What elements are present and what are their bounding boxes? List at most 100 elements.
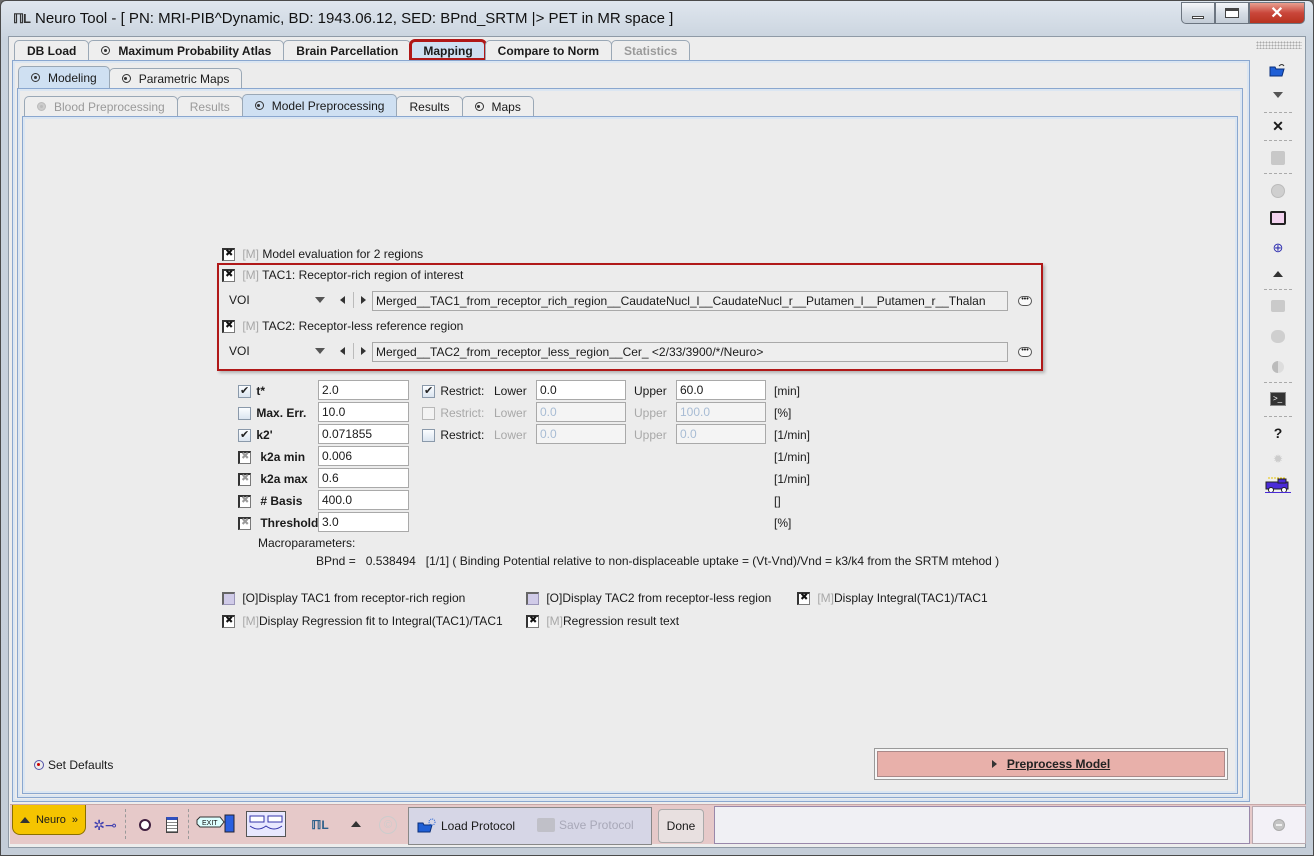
plugin-button[interactable]: ✲⊸	[93, 815, 116, 835]
close-all-button[interactable]: ✕	[1262, 117, 1294, 134]
regression-text-option: [M]Regression result text	[526, 614, 679, 629]
close-button[interactable]: ✕	[1249, 2, 1305, 24]
exit-button[interactable]: EXIT	[196, 813, 236, 835]
threshold-checkbox[interactable]	[238, 517, 251, 531]
param-row-k2a-max: k2a max	[238, 472, 308, 487]
basis-checkbox[interactable]	[238, 495, 251, 509]
save-button[interactable]	[1262, 150, 1294, 166]
tac1-voi-field[interactable]: Merged__TAC1_from_receptor_rich_region__…	[372, 291, 1008, 311]
display-tac2-checkbox[interactable]	[526, 592, 539, 606]
tstar-lower-field[interactable]: 0.0	[536, 380, 626, 400]
tac2-next-button[interactable]	[361, 347, 366, 355]
tac2-checkbox[interactable]	[222, 320, 235, 334]
tac1-more-button[interactable]: •••	[1018, 296, 1032, 306]
terminal-button[interactable]: >_	[1262, 390, 1294, 408]
k2prime-field[interactable]: 0.071855	[318, 424, 409, 444]
settings-button[interactable]: ✹	[1262, 452, 1294, 466]
tac1-dropdown-arrow[interactable]	[315, 297, 325, 303]
k2prime-restrict-checkbox[interactable]	[422, 429, 435, 443]
brain-view-button[interactable]	[246, 811, 286, 837]
brain-button[interactable]	[1262, 328, 1294, 344]
tac1-prev-button[interactable]	[340, 296, 345, 304]
separator	[1264, 112, 1292, 113]
k2prime-lower-field[interactable]: 0.0	[536, 424, 626, 444]
tab-maximum-probability-atlas[interactable]: Maximum Probability Atlas	[88, 40, 285, 60]
k2a-min-checkbox[interactable]	[238, 451, 251, 465]
model-evaluation-checkbox[interactable]	[222, 248, 235, 262]
tstar-field[interactable]: 2.0	[318, 380, 409, 400]
tab-maps[interactable]: Maps	[461, 96, 534, 116]
circle-button[interactable]	[1262, 183, 1294, 199]
tab-statistics[interactable]: Statistics	[611, 40, 691, 60]
done-button[interactable]: Done	[658, 809, 704, 843]
load-protocol-button[interactable]: Load Protocol	[417, 818, 515, 834]
tab-parametric-maps[interactable]: Parametric Maps	[108, 68, 243, 88]
display-tac1-checkbox[interactable]	[222, 592, 235, 606]
neuro-menu-button[interactable]: Neuro »	[12, 805, 86, 835]
truck-button[interactable]	[1262, 476, 1294, 494]
help-button[interactable]: ?	[1262, 425, 1294, 441]
pmod-button[interactable]: ℿL	[310, 815, 330, 835]
bottom-toolbar: Neuro » ✲⊸ EXIT ℿL © Load Protocol Save …	[10, 804, 1306, 845]
max-err-lower-field[interactable]: 0.0	[536, 402, 626, 422]
tab-db-load[interactable]: DB Load	[14, 40, 90, 60]
k2a-min-field[interactable]: 0.006	[318, 446, 409, 466]
tstar-upper-field[interactable]: 60.0	[676, 380, 766, 400]
max-err-field[interactable]: 10.0	[318, 402, 409, 422]
arrow-up-icon	[351, 821, 361, 827]
max-err-restrict-checkbox[interactable]	[422, 407, 435, 421]
k2a-max-field[interactable]: 0.6	[318, 468, 409, 488]
k2prime-upper-field[interactable]: 0.0	[676, 424, 766, 444]
open-folder-button[interactable]	[1262, 62, 1294, 78]
preprocess-model-button[interactable]: Preprocess Model	[874, 748, 1228, 780]
tstar-checkbox[interactable]	[238, 384, 251, 399]
save-protocol-button[interactable]: Save Protocol	[537, 818, 634, 832]
contrast-button[interactable]	[1262, 359, 1294, 375]
zoom-icon: ⊕	[1272, 240, 1284, 255]
tac2-more-button[interactable]: •••	[1018, 347, 1032, 357]
collapse-button[interactable]	[1262, 270, 1294, 278]
max-err-checkbox[interactable]	[238, 407, 251, 421]
tac2-voi-field[interactable]: Merged__TAC2_from_receptor_less_region__…	[372, 342, 1008, 362]
k2a-max-checkbox[interactable]	[238, 473, 251, 487]
set-defaults-button[interactable]: Set Defaults	[34, 758, 113, 772]
dropdown-button[interactable]	[1262, 90, 1294, 100]
tstar-restrict-checkbox[interactable]	[422, 384, 435, 399]
capture-button[interactable]	[136, 815, 154, 835]
tab-modeling[interactable]: Modeling	[18, 66, 110, 88]
basis-field[interactable]: 400.0	[318, 490, 409, 510]
display-integral-checkbox[interactable]	[797, 592, 810, 606]
regression-text-checkbox[interactable]	[526, 615, 539, 629]
minimize-button[interactable]	[1181, 2, 1215, 24]
collapse-bottom-button[interactable]	[350, 819, 362, 829]
copyright-button[interactable]: ©	[378, 815, 398, 835]
document-button[interactable]	[164, 813, 180, 837]
arrow-up-icon	[19, 816, 30, 823]
tac2-label: TAC2: Receptor-less reference region	[262, 319, 464, 333]
tab-results[interactable]: Results	[396, 96, 463, 116]
tab-model-preprocessing[interactable]: Model Preprocessing	[241, 94, 398, 116]
max-err-upper-field[interactable]: 100.0	[676, 402, 766, 422]
tab-compare-to-norm[interactable]: Compare to Norm	[484, 40, 612, 60]
separator	[125, 809, 126, 839]
threshold-field[interactable]: 3.0	[318, 512, 409, 532]
tac1-source-select[interactable]: VOI	[229, 293, 250, 307]
k2prime-checkbox[interactable]	[238, 428, 251, 443]
tac2-dropdown-arrow[interactable]	[315, 348, 325, 354]
grip-handle[interactable]	[1256, 41, 1302, 49]
maximize-button[interactable]	[1215, 2, 1249, 24]
close-all-icon: ✕	[1272, 117, 1284, 134]
print-button[interactable]	[1262, 298, 1294, 314]
display-regression-checkbox[interactable]	[222, 615, 235, 629]
max-err-restrict: Restrict:	[422, 406, 484, 421]
zoom-button[interactable]: ⊕	[1262, 240, 1294, 256]
print-dialog-button[interactable]	[1262, 210, 1294, 226]
tab-results-blood[interactable]: Results	[176, 96, 243, 116]
tac2-prev-button[interactable]	[340, 347, 345, 355]
tab-mapping[interactable]: Mapping	[409, 39, 487, 61]
tac2-source-select[interactable]: VOI	[229, 344, 250, 358]
tab-blood-preprocessing[interactable]: Blood Preprocessing	[24, 96, 178, 116]
tac1-next-button[interactable]	[361, 296, 366, 304]
tac1-checkbox[interactable]	[222, 269, 235, 283]
tab-brain-parcellation[interactable]: Brain Parcellation	[283, 40, 412, 60]
